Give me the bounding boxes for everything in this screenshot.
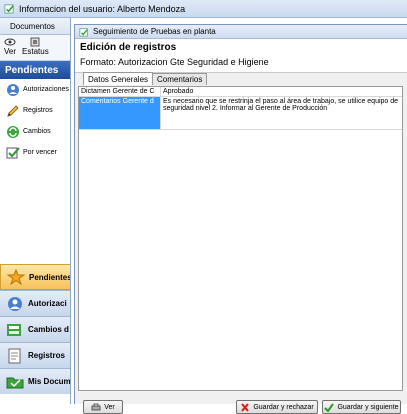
save-reject-button[interactable]: Guardar y rechazar: [236, 400, 318, 414]
nav-button-stack: Pendientes Autorizaci Cambios d Registro…: [0, 264, 71, 394]
dialog-header: Edición de registros Formato: Autorizaci…: [75, 39, 407, 73]
ver-toolbar-button[interactable]: Ver: [4, 37, 16, 58]
save-reject-label: Guardar y rechazar: [253, 403, 314, 411]
app-icon: [4, 4, 14, 14]
field-value[interactable]: Es necesario que se restrinja el paso al…: [161, 97, 402, 129]
property-grid: Dictamen Gerente de C Aprobado Comentari…: [78, 86, 403, 391]
sidebar-item-registros[interactable]: Registros: [0, 100, 70, 121]
pendientes-header-label: Pendientes: [5, 64, 59, 76]
sidebar-item-label: Por vencer: [23, 149, 57, 156]
ver-toolbar-label: Ver: [4, 47, 17, 56]
dialog-title: Seguimiento de Pruebas en planta: [93, 27, 216, 36]
estatus-toolbar-button[interactable]: Estatus: [22, 37, 49, 58]
authorizations-icon: [7, 83, 19, 96]
nav-button-pendientes[interactable]: Pendientes: [0, 264, 71, 290]
status-icon: [30, 37, 40, 47]
pencil-icon: [7, 104, 19, 117]
format-label: Formato: Autorizacion Gte Seguridad e Hi…: [80, 57, 269, 67]
documents-tab-label: Documentos: [10, 21, 55, 31]
tab-label: Datos Generales: [88, 74, 149, 84]
nav-button-label: Mis Docum: [28, 377, 71, 386]
window-title: Informacion del usuario: Alberto Mendoza: [19, 3, 186, 14]
sidebar-item-label: Autorizaciones: [23, 86, 69, 93]
table-row[interactable]: Comentarios Gerente d Es necesario que s…: [79, 97, 402, 130]
left-pane: Documentos Ver Estatus Pendientes Autori…: [0, 18, 71, 404]
registry-icon: [8, 348, 21, 363]
field-value[interactable]: Aprobado: [161, 87, 402, 96]
pendientes-header: Pendientes: [0, 61, 70, 79]
small-toolbar: Ver Estatus: [0, 35, 70, 61]
nav-button-autorizaciones[interactable]: Autorizaci: [0, 290, 70, 316]
nav-button-label: Pendientes: [29, 272, 71, 282]
folder-icon: [6, 377, 24, 388]
field-name: Dictamen Gerente de C: [79, 87, 161, 96]
authorizations-icon: [8, 296, 22, 311]
sidebar-item-autorizaciones[interactable]: Autorizaciones: [0, 79, 70, 100]
tab-datos-generales[interactable]: Datos Generales: [83, 72, 154, 85]
nav-button-label: Autorizaci: [28, 299, 67, 308]
save-next-label: Guardar y siguiente: [337, 403, 399, 411]
nav-button-label: Registros: [28, 351, 65, 360]
tab-comentarios[interactable]: Comentarios: [152, 73, 208, 85]
sidebar-item-cambios[interactable]: Cambios: [0, 121, 70, 142]
nav-button-registros[interactable]: Registros: [0, 342, 70, 368]
nav-button-label: Cambios d: [28, 325, 69, 334]
dialog-heading: Edición de registros: [80, 42, 177, 53]
tab-label: Comentarios: [157, 75, 203, 84]
eye-icon: [4, 38, 16, 46]
tab-strip: Datos Generales Comentarios: [83, 72, 208, 85]
table-row[interactable]: Dictamen Gerente de C Aprobado: [79, 87, 402, 97]
star-icon: [7, 269, 25, 285]
ver-button[interactable]: Ver: [83, 400, 123, 414]
nav-button-cambios[interactable]: Cambios d: [0, 316, 70, 342]
estatus-toolbar-label: Estatus: [22, 47, 49, 56]
sidebar-item-label: Registros: [23, 107, 53, 114]
ver-button-label: Ver: [104, 403, 115, 411]
save-next-button[interactable]: Guardar y siguiente: [322, 400, 401, 414]
app-icon: [79, 27, 88, 37]
dialog-title-bar: Seguimiento de Pruebas en planta: [75, 25, 407, 39]
edit-records-dialog: Seguimiento de Pruebas en planta Edición…: [74, 24, 407, 414]
window-title-bar: Informacion del usuario: Alberto Mendoza: [0, 0, 407, 18]
nav-button-mis-documentos[interactable]: Mis Docum: [0, 368, 71, 394]
changes-icon: [7, 323, 21, 336]
field-name: Comentarios Gerente d: [79, 97, 161, 129]
sidebar-item-por-vencer[interactable]: Por vencer: [0, 142, 70, 163]
documents-tab[interactable]: Documentos: [0, 18, 70, 35]
sidebar-item-label: Cambios: [23, 128, 51, 135]
changes-icon: [7, 125, 19, 138]
expiring-icon: [6, 146, 20, 158]
